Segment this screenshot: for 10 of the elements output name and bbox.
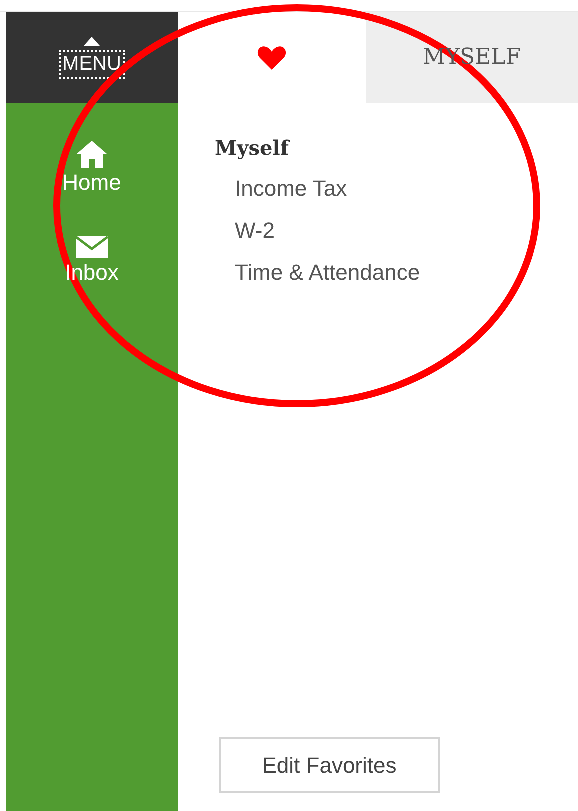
heart-icon (257, 44, 287, 70)
section-heading: Myself (215, 135, 291, 162)
favorite-link[interactable]: Income Tax (235, 175, 578, 203)
menu-button[interactable]: MENU (58, 50, 126, 78)
home-icon (75, 139, 109, 169)
favorite-link[interactable]: W-2 (235, 217, 578, 245)
caret-icon (84, 36, 100, 46)
favorite-link[interactable]: Time & Attendance (235, 259, 578, 287)
edit-favorites-button[interactable]: Edit Favorites (219, 737, 440, 793)
envelope-icon (74, 234, 109, 258)
